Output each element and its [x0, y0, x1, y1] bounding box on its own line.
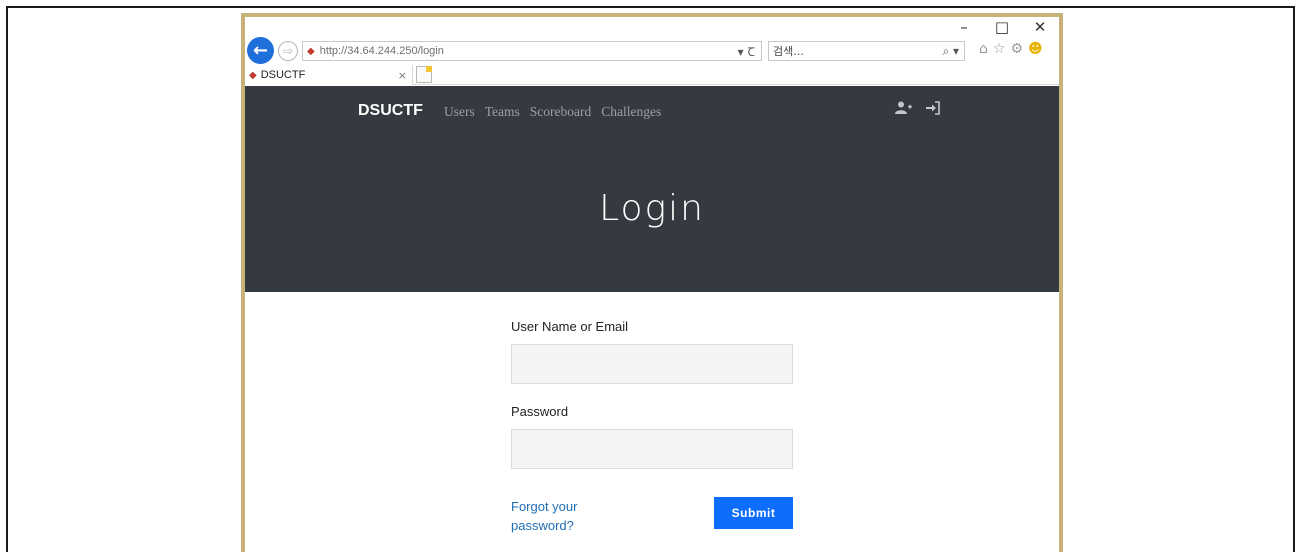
tab-strip: ◆ DSUCTF × [245, 65, 1059, 85]
nav-link-challenges[interactable]: Challenges [601, 104, 661, 120]
web-page: DSUCTF Users Teams Scoreboard Challenges [245, 86, 1059, 552]
tab-favicon-icon: ◆ [249, 69, 257, 81]
header-banner: DSUCTF Users Teams Scoreboard Challenges [245, 86, 1059, 292]
site-favicon-icon: ◆ [307, 45, 315, 57]
login-form: User Name or Email Password Forgot your … [511, 319, 793, 539]
new-tab-button[interactable] [416, 66, 432, 83]
site-navbar: DSUCTF Users Teams Scoreboard Challenges [245, 86, 1059, 136]
favorites-star-icon[interactable]: ☆ [993, 41, 1006, 57]
nav-links: Users Teams Scoreboard Challenges [444, 104, 661, 120]
close-window-button[interactable]: ✕ [1031, 18, 1049, 36]
nav-link-teams[interactable]: Teams [485, 104, 520, 120]
password-input[interactable] [511, 429, 793, 469]
search-input[interactable]: 검색... ⌕ ▾ [768, 41, 965, 61]
maximize-button[interactable]: □ [993, 18, 1011, 36]
tab-close-icon[interactable]: × [398, 69, 407, 82]
browser-toolbar: ⌂ ☆ ⚙ ☻ [979, 41, 1043, 57]
back-button[interactable]: ← [247, 37, 274, 64]
url-text[interactable]: http://34.64.244.250/login [320, 45, 444, 57]
form-footer: Forgot your password? Submit [511, 497, 793, 539]
refresh-icon[interactable]: ▾ Ꞇ [738, 43, 755, 60]
tab-dsuctf[interactable]: ◆ DSUCTF × [245, 65, 413, 85]
submit-button[interactable]: Submit [714, 497, 793, 529]
forward-button[interactable]: ⇨ [278, 41, 298, 61]
nav-link-scoreboard[interactable]: Scoreboard [530, 104, 591, 120]
window-controls: – □ ✕ [955, 18, 1049, 36]
forgot-password-link[interactable]: Forgot your password? [511, 497, 611, 535]
nav-icons [895, 101, 941, 119]
username-input[interactable] [511, 344, 793, 384]
search-icon[interactable]: ⌕ ▾ [942, 44, 959, 59]
search-placeholder: 검색... [773, 45, 804, 58]
username-label: User Name or Email [511, 319, 629, 334]
register-user-plus-icon[interactable] [895, 101, 913, 119]
tab-title: DSUCTF [260, 69, 306, 81]
login-sign-in-icon[interactable] [925, 101, 941, 119]
nav-link-users[interactable]: Users [444, 104, 475, 120]
browser-window: – □ ✕ ← ⇨ ◆ http://34.64.244.250/login ▾… [241, 13, 1063, 552]
feedback-smiley-icon[interactable]: ☻ [1028, 41, 1043, 57]
minimize-button[interactable]: – [955, 18, 973, 36]
navigation-bar: ← ⇨ ◆ http://34.64.244.250/login ▾ Ꞇ 검색.… [245, 37, 1059, 65]
password-label: Password [511, 404, 569, 419]
address-bar[interactable]: ◆ http://34.64.244.250/login ▾ Ꞇ [302, 41, 762, 61]
site-brand[interactable]: DSUCTF [358, 102, 423, 120]
page-title: Login [599, 188, 705, 229]
settings-gear-icon[interactable]: ⚙ [1010, 41, 1023, 57]
home-icon[interactable]: ⌂ [979, 41, 988, 57]
